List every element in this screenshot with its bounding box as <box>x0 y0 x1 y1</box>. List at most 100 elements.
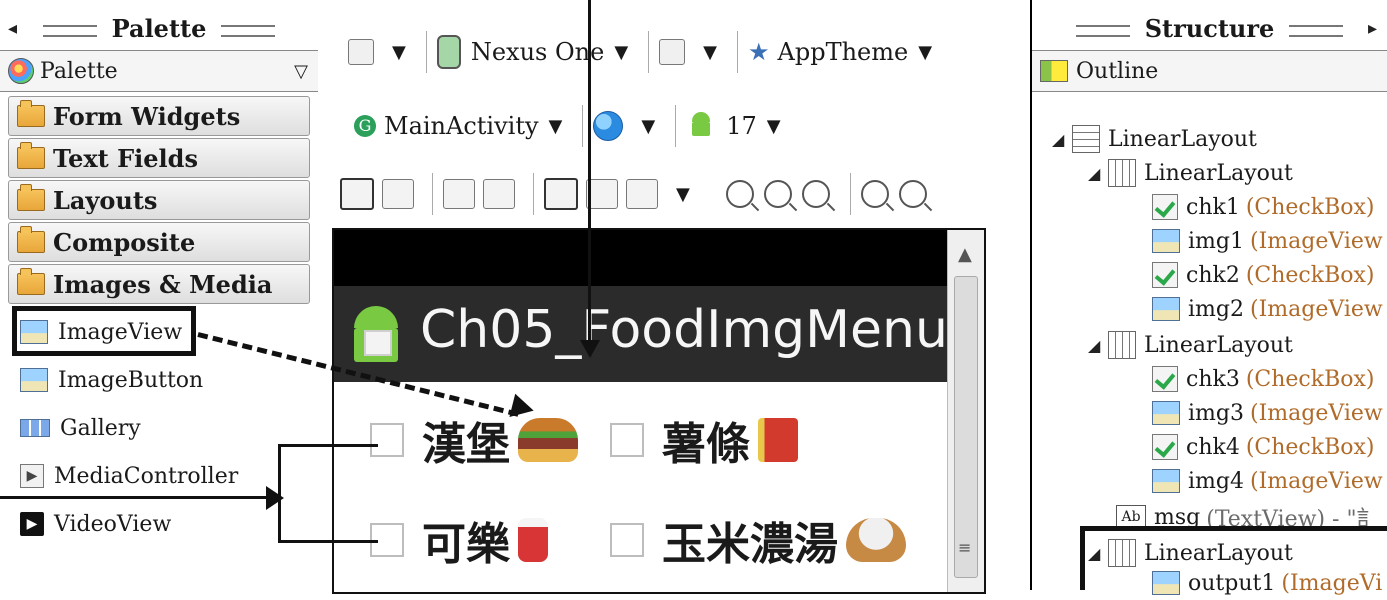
structure-title: Structure <box>1032 14 1387 48</box>
option-cola[interactable]: 可樂 <box>370 512 548 570</box>
tree-expand-icon[interactable]: ◢ <box>1088 164 1100 183</box>
checkbox[interactable] <box>610 523 644 557</box>
collapse-right-icon[interactable]: ▸ <box>1368 18 1377 39</box>
dropdown-arrow-icon[interactable]: ▽ <box>294 61 308 82</box>
image-icon <box>20 368 48 392</box>
device-label[interactable]: Nexus One <box>471 38 604 66</box>
layout-vertical-button[interactable] <box>340 178 374 210</box>
bracket-bottom <box>278 540 378 543</box>
outline-icon <box>1040 60 1068 82</box>
vertical-scrollbar[interactable]: ▲ ≡ <box>947 230 984 592</box>
dropdown-arrow-icon[interactable]: ▼ <box>549 116 563 137</box>
tree-row[interactable]: img2 (ImageView <box>1152 292 1383 326</box>
tree-row[interactable]: chk3 (CheckBox) <box>1152 362 1375 396</box>
checkbox[interactable] <box>610 423 644 457</box>
palette-dropdown[interactable]: Palette ▽ <box>0 50 318 92</box>
category-text-fields[interactable]: Text Fields <box>8 138 310 178</box>
fill-height-button[interactable] <box>483 179 515 209</box>
scroll-up-icon[interactable]: ▲ <box>958 244 972 265</box>
option-label: 漢堡 <box>422 419 510 470</box>
locale-globe-icon <box>593 111 624 141</box>
annotation-arrow-right-icon <box>266 486 284 510</box>
palette-item-mediacontroller[interactable]: ▶ MediaController <box>20 458 238 494</box>
category-composite[interactable]: Composite <box>8 222 310 262</box>
option-corn-soup[interactable]: 玉米濃湯 <box>610 512 906 570</box>
linear-layout-icon <box>1072 125 1100 153</box>
palette-item-label: VideoView <box>54 511 172 537</box>
dropdown-arrow-icon[interactable]: ▼ <box>676 184 690 205</box>
tree-row[interactable]: chk1 (CheckBox) <box>1152 190 1375 224</box>
dropdown-arrow-icon[interactable]: ▼ <box>703 42 717 63</box>
palette-item-label: Gallery <box>60 415 141 441</box>
layout-horizontal-button[interactable] <box>382 179 414 209</box>
imageview-highlight-frame <box>12 306 196 356</box>
title-bar-right <box>1288 24 1343 37</box>
activity-icon: G <box>354 115 376 137</box>
fries-icon <box>758 418 798 462</box>
tree-row[interactable]: img1 (ImageView <box>1152 224 1383 258</box>
config-icon[interactable] <box>348 39 374 65</box>
scroll-thumb[interactable] <box>954 276 978 578</box>
title-bar-right <box>220 24 275 37</box>
theme-label[interactable]: AppTheme <box>778 38 909 66</box>
tree-type: (ImageView <box>1249 296 1383 322</box>
tree-type: (CheckBox) <box>1245 434 1375 460</box>
zoom-fit-button[interactable] <box>626 179 658 209</box>
structure-panel: Structure ▸ Outline ◢ LinearLayout ◢ Lin… <box>1032 0 1387 596</box>
checkbox[interactable] <box>370 423 404 457</box>
option-label: 薯條 <box>662 419 750 470</box>
tree-id: img1 <box>1188 228 1244 254</box>
option-label: 玉米濃湯 <box>662 519 838 570</box>
android-logo-icon <box>346 306 406 362</box>
option-fries[interactable]: 薯條 <box>610 412 798 470</box>
tree-row[interactable]: ◢ LinearLayout <box>1052 122 1257 156</box>
burger-icon <box>518 418 578 462</box>
open-folder-icon <box>17 268 45 295</box>
tree-row[interactable]: ◢ LinearLayout <box>1088 156 1293 190</box>
checkbox-icon <box>1152 366 1178 392</box>
dropdown-arrow-icon[interactable]: ▼ <box>392 42 406 63</box>
category-images-media[interactable]: Images & Media <box>8 264 310 304</box>
fill-width-button[interactable] <box>443 179 475 209</box>
zoom-plus-icon[interactable] <box>898 180 927 208</box>
orientation-icon[interactable] <box>659 39 686 65</box>
dropdown-arrow-icon[interactable]: ▼ <box>614 42 628 63</box>
dropdown-arrow-icon[interactable]: ▼ <box>767 116 781 137</box>
zoom-100-icon[interactable] <box>801 180 830 208</box>
tree-row[interactable]: chk2 (CheckBox) <box>1152 258 1375 292</box>
activity-label[interactable]: MainActivity <box>384 112 539 140</box>
tree-row[interactable]: ◢ LinearLayout <box>1088 328 1293 362</box>
category-layouts[interactable]: Layouts <box>8 180 310 220</box>
tree-type: (ImageView <box>1249 228 1383 254</box>
category-form-widgets[interactable]: Form Widgets <box>8 96 310 136</box>
tree-type: (CheckBox) <box>1245 194 1375 220</box>
title-bar-left <box>1076 24 1131 37</box>
tree-row[interactable]: img4 (ImageView <box>1152 464 1383 498</box>
palette-item-imagebutton[interactable]: ImageButton <box>20 362 203 398</box>
checkbox-icon <box>1152 194 1178 220</box>
toolbar-separator <box>432 173 433 215</box>
tree-expand-icon[interactable]: ◢ <box>1088 336 1100 355</box>
dropdown-arrow-icon[interactable]: ▼ <box>641 116 655 137</box>
dropdown-arrow-icon[interactable]: ▼ <box>918 42 932 63</box>
tree-row[interactable]: chk4 (CheckBox) <box>1152 430 1375 464</box>
android-icon <box>686 112 716 140</box>
tree-row[interactable]: img3 (ImageView <box>1152 396 1383 430</box>
zoom-real-icon[interactable] <box>725 180 754 208</box>
toolbar-separator <box>648 31 650 73</box>
api-level-label[interactable]: 17 <box>726 112 757 140</box>
toggle-ui-button[interactable] <box>544 178 578 210</box>
folder-icon <box>17 226 45 253</box>
zoom-out-icon[interactable] <box>763 180 792 208</box>
annotation-arrow-down-icon <box>580 340 600 358</box>
toolbar-separator <box>425 31 427 73</box>
toolbar-separator <box>582 105 584 147</box>
tree-expand-icon[interactable]: ◢ <box>1052 130 1064 149</box>
zoom-minus-icon[interactable] <box>860 180 889 208</box>
palette-item-videoview[interactable]: ▶ VideoView <box>20 506 171 542</box>
tree-type: (CheckBox) <box>1245 366 1375 392</box>
palette-item-gallery[interactable]: Gallery <box>20 410 141 446</box>
option-burger[interactable]: 漢堡 <box>370 412 578 470</box>
linear-layout-icon <box>1108 159 1136 187</box>
scroll-grip-icon: ≡ <box>958 538 972 557</box>
